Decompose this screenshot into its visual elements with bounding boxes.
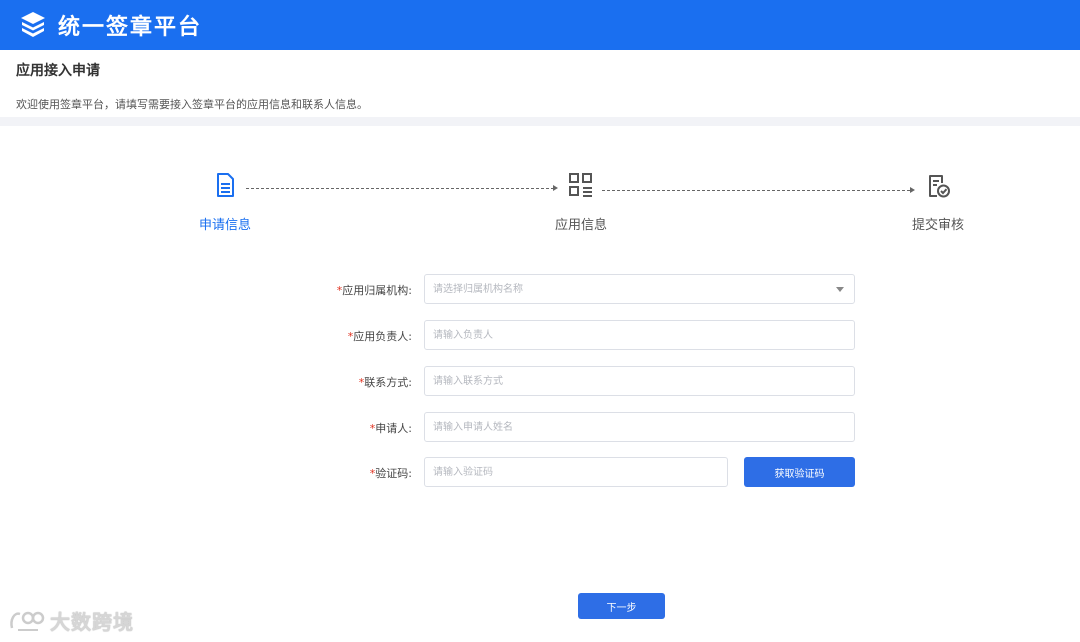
step-connector [602, 190, 910, 191]
step-label: 申请信息 [198, 218, 251, 233]
page-title: 应用接入申请 [16, 63, 100, 79]
owner-input[interactable] [424, 320, 855, 350]
step-label: 应用信息 [554, 218, 607, 233]
top-bar: 统一签章平台 [0, 0, 1080, 50]
step-submit-review: 提交审核 [878, 170, 998, 233]
document-check-icon [929, 175, 950, 198]
step-label: 提交审核 [911, 218, 964, 233]
form-row-code: *验证码: 获取验证码 [0, 457, 1080, 487]
contact-input[interactable] [424, 366, 855, 396]
applicant-input[interactable] [424, 412, 855, 442]
code-label: *验证码: [369, 467, 412, 480]
watermark-text: 大数跨境 [50, 610, 134, 634]
form-row-contact: *联系方式: [0, 366, 1080, 396]
progress-steps: 申请信息 应用信息 提交审核 [0, 170, 1080, 240]
grid-list-icon [569, 173, 592, 197]
section-divider [0, 117, 1080, 126]
org-select[interactable] [424, 274, 855, 304]
contact-label: *联系方式: [358, 376, 412, 389]
get-code-button[interactable]: 获取验证码 [744, 457, 855, 487]
step-apply-info: 申请信息 [165, 170, 285, 233]
form-row-applicant: *申请人: [0, 412, 1080, 442]
form-row-owner: *应用负责人: [0, 320, 1080, 350]
applicant-label: *申请人: [369, 422, 412, 435]
next-step-button[interactable]: 下一步 [578, 593, 665, 619]
stacked-layers-logo-icon [21, 12, 45, 37]
page-header: 应用接入申请 欢迎使用签章平台，请填写需要接入签章平台的应用信息和联系人信息。 [0, 50, 1080, 118]
watermark-logo-icon [10, 611, 45, 631]
app-title: 统一签章平台 [58, 15, 203, 40]
owner-label: *应用负责人: [347, 330, 412, 343]
form-row-org: *应用归属机构: [0, 274, 1080, 304]
verification-code-input[interactable] [424, 457, 728, 487]
page-subtitle: 欢迎使用签章平台，请填写需要接入签章平台的应用信息和联系人信息。 [16, 98, 368, 111]
org-label: *应用归属机构: [336, 284, 412, 297]
watermark: 大数跨境 [8, 606, 134, 635]
document-icon [217, 173, 234, 197]
step-app-info: 应用信息 [521, 170, 641, 233]
chevron-down-icon[interactable] [836, 287, 844, 292]
step-connector [246, 188, 554, 189]
